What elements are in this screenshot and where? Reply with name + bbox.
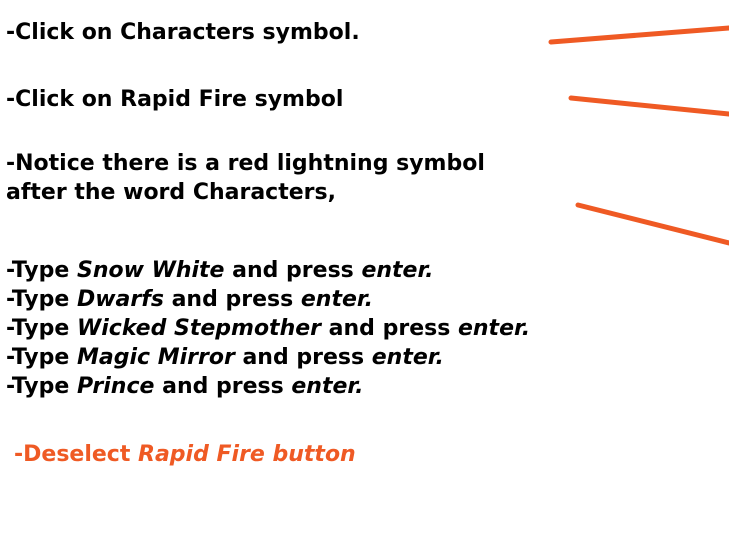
pointer-line-lightning — [575, 202, 729, 246]
pointer-line-characters — [548, 25, 729, 45]
pointer-line-rapid-fire — [568, 95, 729, 117]
pointer-lines — [548, 25, 729, 246]
